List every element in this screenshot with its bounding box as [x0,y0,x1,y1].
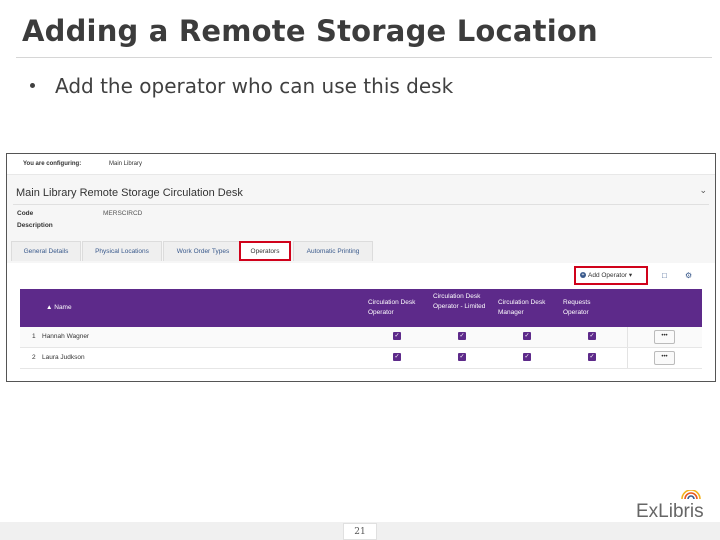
checkbox-checked-icon[interactable]: ✓ [523,353,531,361]
tab-operators[interactable]: Operators [239,241,291,261]
checkbox-checked-icon[interactable]: ✓ [588,332,596,340]
name-column-header[interactable]: ▲ Name [46,303,72,313]
table-row[interactable]: 2 Laura Judkson ✓ ✓ ✓ ✓ ••• [20,348,702,369]
row-actions-button[interactable]: ••• [654,330,675,344]
bullet-text: Add the operator who can use this desk [55,74,454,98]
tab-automatic-printing[interactable]: Automatic Printing [293,241,373,261]
checkbox-checked-icon[interactable]: ✓ [393,332,401,340]
configuring-label: You are configuring: [23,161,82,167]
tab-physical-locations[interactable]: Physical Locations [82,241,162,261]
checkbox-checked-icon[interactable]: ✓ [458,332,466,340]
checkbox-checked-icon[interactable]: ✓ [458,353,466,361]
slide-title: Adding a Remote Storage Location [22,14,598,48]
tab-general-details[interactable]: General Details [11,241,81,261]
circ-manager-column-header[interactable]: Circulation Desk Manager [498,298,560,318]
title-divider [16,57,712,58]
page-number: 21 [343,523,377,540]
add-operator-button[interactable]: + Add Operator ▾ [574,266,648,285]
plus-circle-icon: + [580,272,586,279]
circ-limited-column-header[interactable]: Circulation Desk Operator - Limited [433,292,495,312]
requests-operator-column-header[interactable]: Requests Operator [563,298,613,318]
checkbox-checked-icon[interactable]: ✓ [393,353,401,361]
row-actions-button[interactable]: ••• [654,351,675,365]
export-icon[interactable]: □ [662,271,667,280]
operator-name[interactable]: Laura Judkson [42,354,85,361]
exlibris-logo: ExLibris [636,490,704,522]
configuring-value[interactable]: Main Library [109,161,142,167]
operator-name[interactable]: Hannah Wagner [42,333,89,340]
checkbox-checked-icon[interactable]: ✓ [523,332,531,340]
operators-table-header: ▲ Name Circulation Desk Operator Circula… [20,289,702,327]
checkbox-checked-icon[interactable]: ✓ [588,353,596,361]
logo-text: ExLibris [636,501,704,522]
embedded-screenshot: You are configuring: Main Library Main L… [6,153,716,382]
bullet-item: Add the operator who can use this desk [30,74,453,98]
code-value: MERSCIRCD [103,210,143,217]
column-divider [627,348,628,368]
desk-title: Main Library Remote Storage Circulation … [16,187,243,199]
gear-icon[interactable]: ⚙ [685,271,692,280]
desk-panel: Main Library Remote Storage Circulation … [7,175,715,381]
circ-operator-column-header[interactable]: Circulation Desk Operator [368,298,430,318]
add-operator-label: Add Operator [588,272,628,279]
description-label: Description [17,222,53,229]
chevron-down-icon[interactable]: ⌄ [699,185,707,196]
operators-content: + Add Operator ▾ □ ⚙ ▲ Name Circulation D… [7,263,715,381]
table-row[interactable]: 1 Hannah Wagner ✓ ✓ ✓ ✓ ••• [20,327,702,348]
row-index: 2 [32,354,36,361]
panel-divider [13,204,709,205]
bullet-dot-icon [30,83,35,88]
code-label: Code [17,210,34,217]
configuration-bar: You are configuring: Main Library [7,154,715,175]
tab-bar: General Details Physical Locations Work … [7,239,715,263]
row-index: 1 [32,333,36,340]
column-divider [627,327,628,347]
tab-work-order-types[interactable]: Work Order Types [163,241,243,261]
